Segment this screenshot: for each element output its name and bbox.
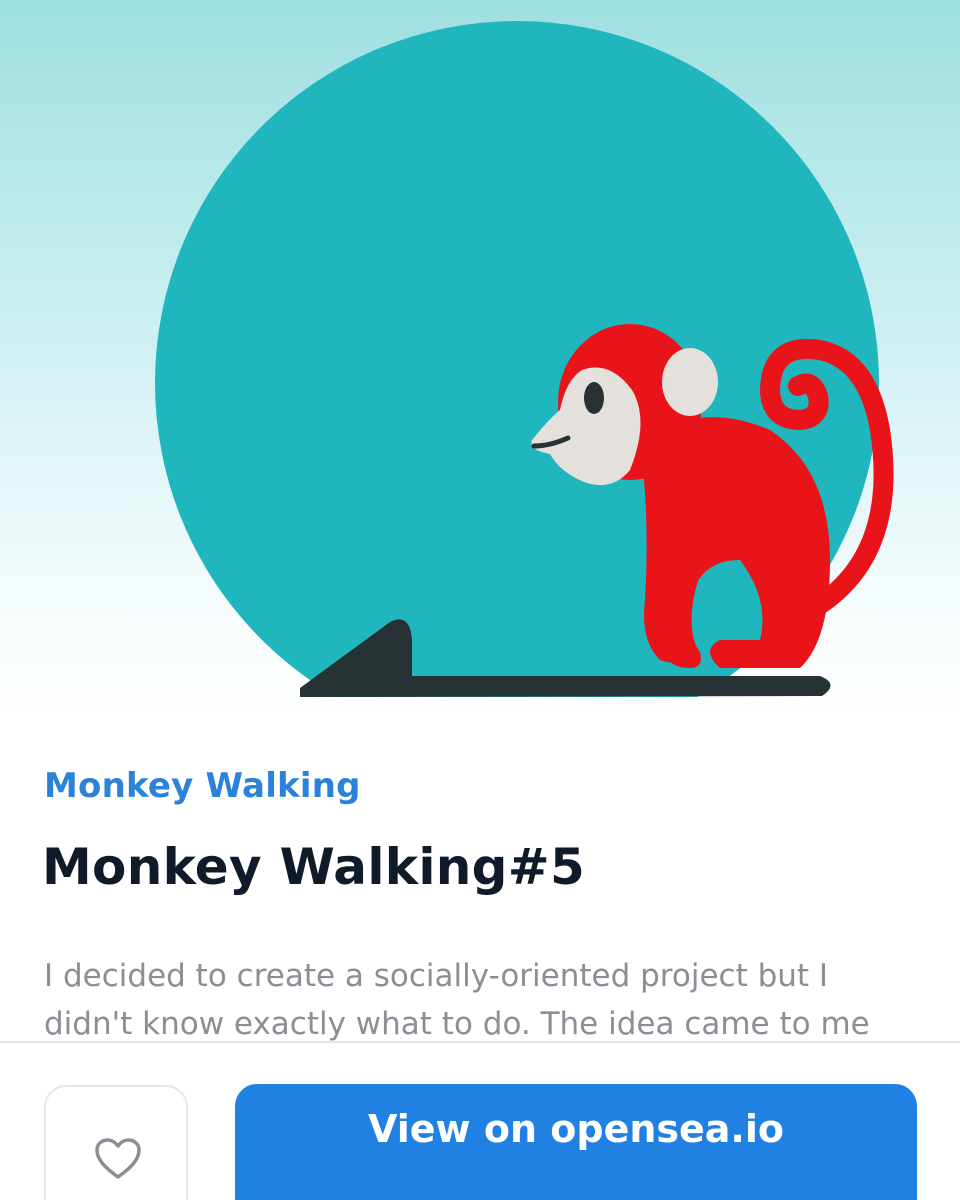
item-description: I decided to create a socially-oriented …: [44, 958, 870, 1042]
view-on-opensea-button[interactable]: View on opensea.io: [235, 1084, 917, 1200]
nft-detail-page: Monkey Walking Monkey Walking#5 I decide…: [0, 0, 960, 1200]
monkey-artwork-illustration: [155, 21, 894, 697]
collection-name-link[interactable]: Monkey Walking: [44, 766, 361, 806]
nft-artwork: [0, 0, 960, 720]
view-on-opensea-label: View on opensea.io: [368, 1107, 784, 1151]
heart-icon: [95, 1138, 141, 1179]
favorite-button[interactable]: [44, 1085, 188, 1200]
item-title: Monkey Walking#5: [42, 838, 586, 896]
